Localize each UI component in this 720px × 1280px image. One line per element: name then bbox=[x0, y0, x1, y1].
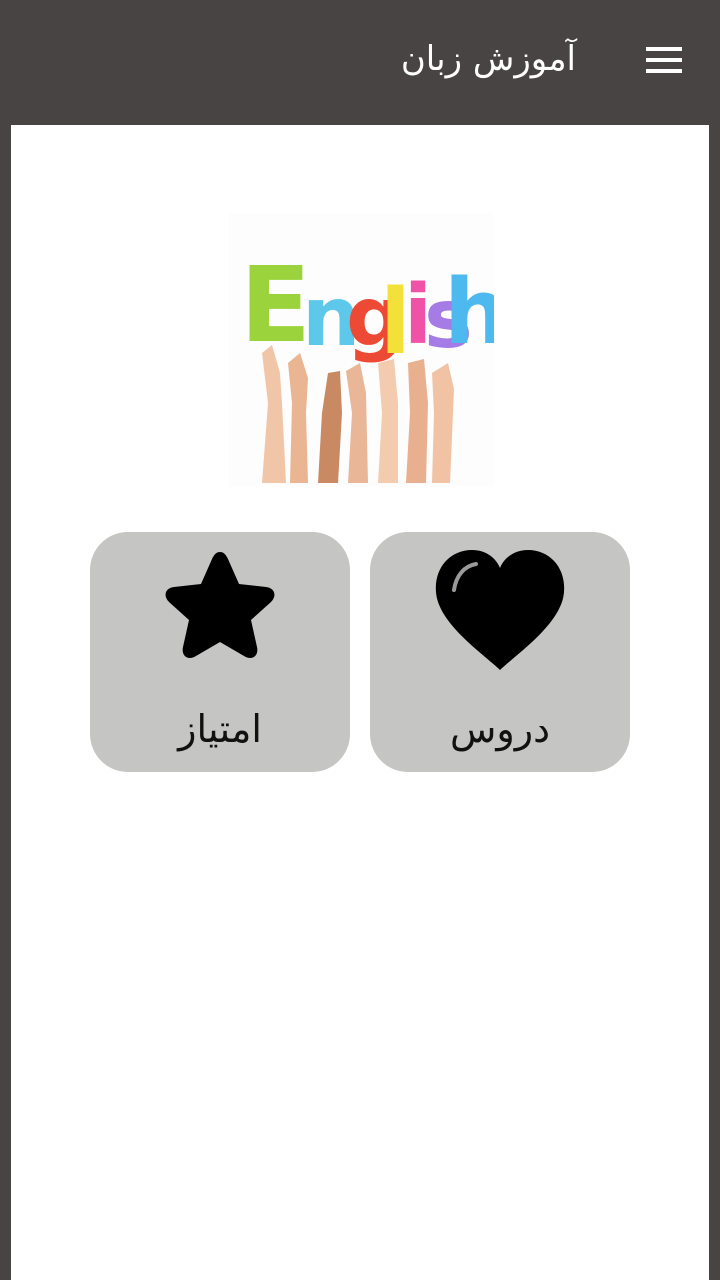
points-tile[interactable]: امتیاز bbox=[90, 532, 350, 772]
english-word: E n g l i s h bbox=[240, 244, 508, 375]
lessons-label: دروس bbox=[449, 707, 550, 751]
app-bar: آموزش زبان bbox=[0, 0, 720, 124]
heart-icon bbox=[370, 546, 630, 676]
english-hero-image: E n g l i s h bbox=[228, 213, 508, 487]
star-icon bbox=[90, 546, 350, 676]
points-label: امتیاز bbox=[178, 707, 262, 751]
hamburger-menu-icon[interactable] bbox=[640, 40, 688, 80]
app-title: آموزش زبان bbox=[400, 39, 576, 79]
hero-letter: h bbox=[444, 260, 494, 365]
main-content: E n g l i s h امتیاز دروس bbox=[11, 125, 709, 1280]
lessons-tile[interactable]: دروس bbox=[370, 532, 630, 772]
hero-letter: E bbox=[240, 244, 311, 366]
